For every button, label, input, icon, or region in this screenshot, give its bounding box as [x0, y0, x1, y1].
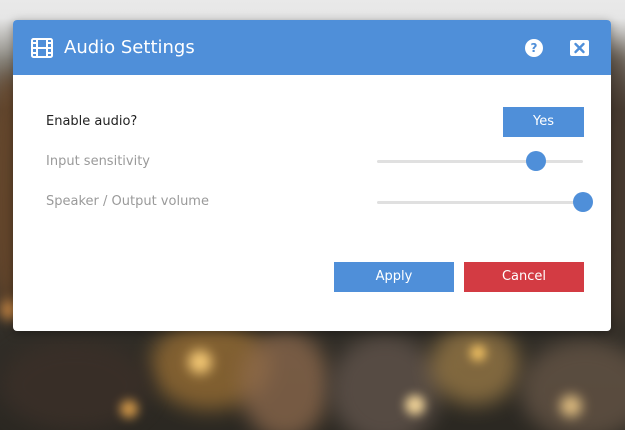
background-light — [188, 350, 212, 374]
enable-audio-toggle-button[interactable]: Yes — [503, 107, 584, 137]
slider-thumb[interactable] — [525, 151, 546, 171]
output-volume-label: Speaker / Output volume — [46, 194, 209, 209]
input-sensitivity-label: Input sensitivity — [46, 154, 150, 169]
cancel-button[interactable]: Cancel — [464, 262, 584, 292]
background-light — [470, 345, 486, 361]
background-light — [560, 395, 582, 417]
close-icon — [574, 42, 585, 54]
film-icon — [31, 38, 53, 58]
apply-button[interactable]: Apply — [334, 262, 454, 292]
slider-track[interactable] — [377, 160, 583, 163]
audio-settings-dialog: Audio Settings ? Enable audio? Yes Input… — [13, 20, 611, 331]
output-volume-slider[interactable] — [377, 192, 593, 212]
background-light — [120, 400, 138, 418]
input-sensitivity-slider[interactable] — [377, 151, 583, 171]
slider-track[interactable] — [377, 201, 583, 204]
background-light — [240, 330, 330, 430]
dialog-titlebar[interactable]: Audio Settings ? — [13, 20, 611, 75]
slider-thumb[interactable] — [573, 192, 593, 212]
close-button[interactable] — [570, 40, 589, 56]
enable-audio-label: Enable audio? — [46, 114, 138, 129]
background-light — [405, 395, 425, 415]
help-button[interactable]: ? — [525, 39, 543, 57]
background-light — [430, 325, 520, 405]
dialog-title: Audio Settings — [64, 37, 195, 58]
background-light — [330, 335, 440, 430]
